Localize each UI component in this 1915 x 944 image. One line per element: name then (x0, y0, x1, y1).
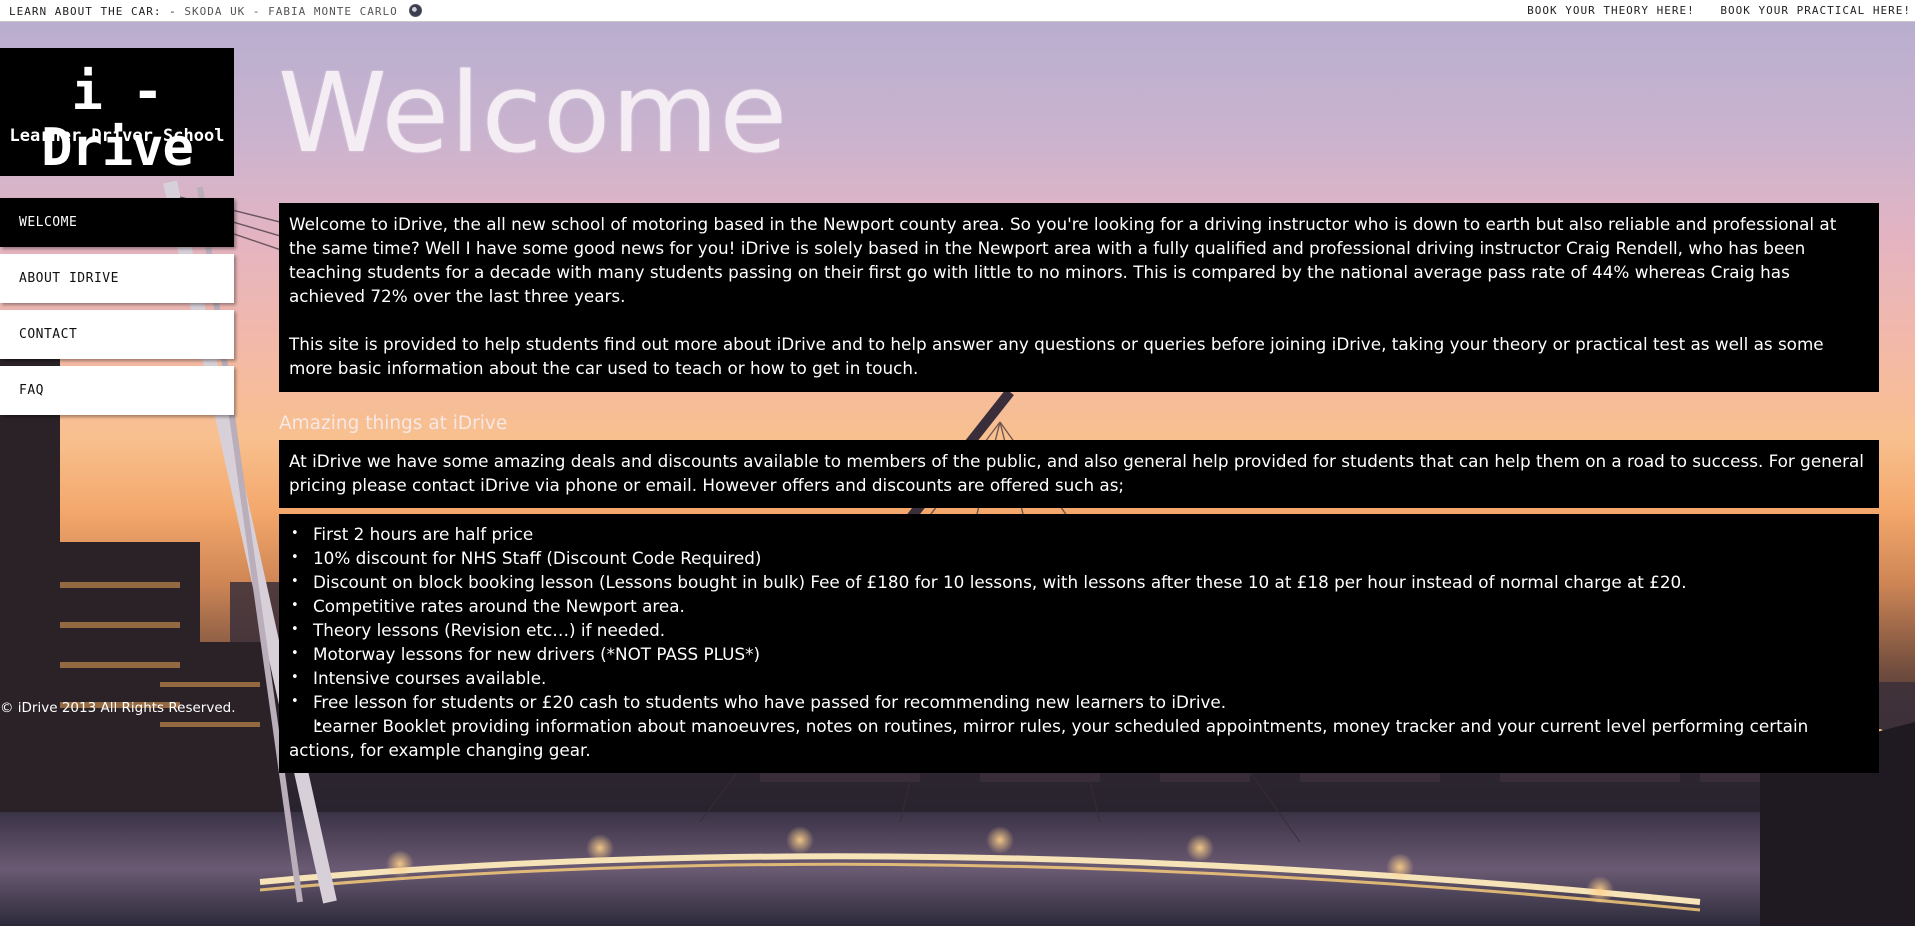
page-title: Welcome (278, 49, 789, 177)
logo-brand: i - Drive (41, 62, 194, 178)
list-item: Learner Booklet providing information ab… (289, 714, 1869, 762)
book-theory-link[interactable]: BOOK YOUR THEORY HERE! (1527, 4, 1695, 17)
site-logo[interactable]: i - Drive Learner Driver School (0, 48, 234, 176)
offers-intro-text: At iDrive we have some amazing deals and… (289, 451, 1864, 495)
offers-intro-panel: At iDrive we have some amazing deals and… (279, 440, 1879, 508)
intro-paragraph: This site is provided to help students f… (289, 334, 1824, 378)
booking-links: BOOK YOUR THEORY HERE! BOOK YOUR PRACTIC… (1509, 4, 1911, 17)
nav-item-about[interactable]: ABOUT IDRIVE (0, 254, 234, 303)
offers-list: First 2 hours are half price 10% discoun… (289, 522, 1869, 762)
list-item: Intensive courses available. (289, 666, 1869, 690)
offers-list-panel: First 2 hours are half price 10% discoun… (279, 514, 1879, 773)
section-heading: Amazing things at iDrive (279, 413, 508, 434)
top-bar: LEARN ABOUT THE CAR: - SKODA UK - FABIA … (0, 0, 1915, 22)
list-item: Motorway lessons for new drivers (*NOT P… (289, 642, 1869, 666)
list-item: First 2 hours are half price (289, 522, 1869, 546)
intro-panel: Welcome to iDrive, the all new school of… (279, 203, 1879, 392)
list-item: Free lesson for students or £20 cash to … (289, 690, 1869, 714)
car-info: LEARN ABOUT THE CAR: - SKODA UK - FABIA … (9, 4, 423, 18)
list-item: Competitive rates around the Newport are… (289, 594, 1869, 618)
intro-paragraph: Welcome to iDrive, the all new school of… (289, 214, 1837, 306)
car-info-link[interactable]: SKODA UK - FABIA MONTE CARLO (184, 5, 397, 18)
list-item: Theory lessons (Revision etc…) if needed… (289, 618, 1869, 642)
book-practical-link[interactable]: BOOK YOUR PRACTICAL HERE! (1720, 4, 1911, 17)
main-nav: WELCOME ABOUT IDRIVE CONTACT FAQ (0, 198, 234, 422)
nav-item-welcome[interactable]: WELCOME (0, 198, 234, 247)
copyright-text: © iDrive 2013 All Rights Reserved. (0, 700, 236, 716)
bottom-strip (0, 926, 1915, 944)
globe-icon[interactable] (409, 4, 423, 17)
nav-item-faq[interactable]: FAQ (0, 366, 234, 415)
car-info-label: LEARN ABOUT THE CAR: - (9, 5, 177, 18)
list-item: 10% discount for NHS Staff (Discount Cod… (289, 546, 1869, 570)
nav-item-contact[interactable]: CONTACT (0, 310, 234, 359)
list-item: Discount on block booking lesson (Lesson… (289, 570, 1869, 594)
logo-tagline: Learner Driver School (9, 126, 225, 146)
